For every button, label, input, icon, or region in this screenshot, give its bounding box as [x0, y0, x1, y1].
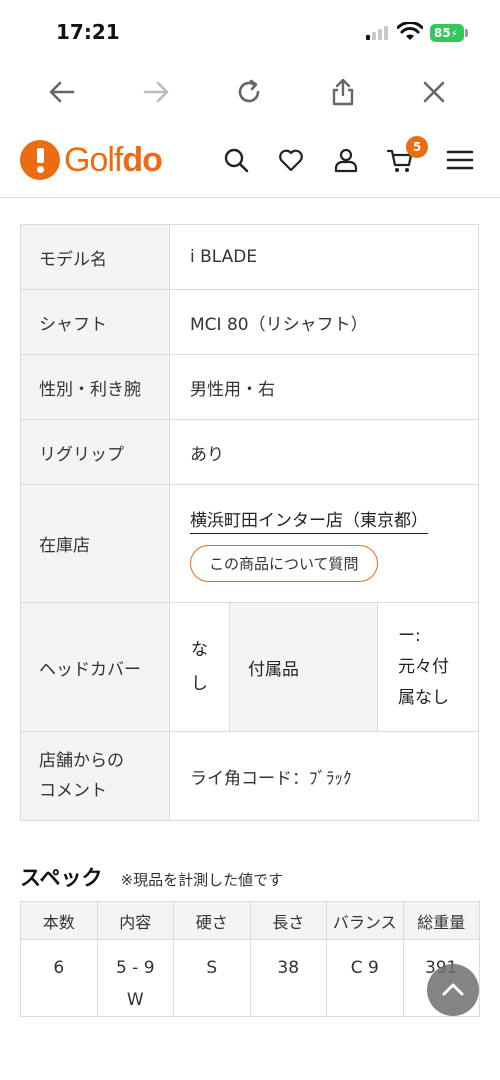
site-header: Golfdo — [0, 122, 500, 198]
store-comment-label: 店舗からの コメント — [20, 731, 170, 821]
battery-icon: 85⚡ — [430, 24, 464, 42]
reload-button[interactable] — [231, 74, 267, 110]
share-icon — [332, 78, 354, 106]
browser-toolbar — [0, 62, 500, 122]
table-row: シャフト MCI 80（リシャフト） — [20, 289, 479, 355]
spec-header-weight: 総重量 — [402, 901, 480, 940]
search-button[interactable] — [220, 144, 252, 176]
store-comment-value: ライ角コード：ﾌﾞﾗｯｸ — [169, 731, 479, 821]
spec-header-flex: 硬さ — [173, 901, 251, 940]
model-value: i BLADE — [169, 224, 479, 290]
regrip-label: リグリップ — [20, 419, 170, 485]
spec-flex: S — [173, 939, 251, 1017]
cart-count-badge: 5 — [406, 136, 428, 158]
store-link[interactable]: 横浜町田インター店（東京都） — [190, 510, 428, 534]
site-logo[interactable]: Golfdo — [20, 138, 163, 182]
regrip-value: あり — [169, 419, 479, 485]
scroll-to-top-button[interactable] — [427, 964, 479, 1016]
reload-icon — [238, 79, 260, 103]
spec-title: スペック — [20, 866, 103, 890]
table-row: 店舗からの コメント ライ角コード：ﾌﾞﾗｯｸ — [20, 731, 479, 821]
arrow-left-icon — [49, 81, 75, 103]
close-button[interactable] — [416, 74, 452, 110]
model-label: モデル名 — [20, 224, 170, 290]
forward-button[interactable] — [138, 74, 174, 110]
gender-hand-label: 性別・利き腕 — [20, 354, 170, 420]
table-row: 在庫店 横浜町田インター店（東京都） この商品について質問 — [20, 484, 479, 603]
gender-hand-value: 男性用・右 — [169, 354, 479, 420]
close-icon — [423, 81, 445, 103]
headcover-value: なし — [170, 603, 230, 731]
spec-header-contents: 内容 — [96, 901, 174, 940]
back-button[interactable] — [44, 74, 80, 110]
share-button[interactable] — [325, 74, 361, 110]
shaft-label: シャフト — [20, 289, 170, 355]
headcover-label: ヘッドカバー — [20, 602, 170, 732]
ask-about-product-button[interactable]: この商品について質問 — [190, 544, 378, 582]
wifi-icon — [397, 22, 423, 40]
menu-button[interactable] — [444, 144, 476, 176]
spec-note: ※現品を計測した値です — [120, 871, 284, 889]
spec-header-balance: バランス — [326, 901, 404, 940]
chevron-up-icon — [442, 983, 464, 996]
table-row: モデル名 i BLADE — [20, 224, 479, 290]
spec-header-row: 本数 内容 硬さ 長さ バランス 総重量 — [20, 901, 480, 940]
store-label: 在庫店 — [20, 484, 170, 603]
cellular-signal-icon — [366, 26, 390, 40]
spec-contents: 5 - 9W — [96, 939, 174, 1017]
table-row: 性別・利き腕 男性用・右 — [20, 354, 479, 420]
spec-header-count: 本数 — [20, 901, 98, 940]
spec-balance: C 9 — [326, 939, 404, 1017]
accessories-value: ー: 元々付 属なし — [398, 625, 449, 708]
arrow-right-icon — [143, 81, 169, 103]
logo-mark-icon — [20, 140, 60, 180]
hamburger-menu-icon — [446, 150, 474, 170]
spec-header-length: 長さ — [249, 901, 327, 940]
favorites-button[interactable] — [275, 144, 307, 176]
status-time: 17:21 — [56, 20, 120, 44]
search-icon — [224, 148, 249, 173]
user-icon — [334, 148, 358, 173]
spec-count: 6 — [20, 939, 98, 1017]
table-row: ヘッドカバー なし 付属品 ー: 元々付 属なし — [20, 602, 479, 732]
accessories-label: 付属品 — [230, 603, 378, 731]
spec-row: 6 5 - 9W S 38 C 9 391 — [20, 939, 480, 1017]
account-button[interactable] — [330, 144, 362, 176]
spec-heading: スペック ※現品を計測した値です — [20, 862, 283, 892]
battery-level: 85 — [434, 26, 451, 40]
spec-table: 本数 内容 硬さ 長さ バランス 総重量 6 5 - 9W S 38 C 9 3… — [20, 901, 480, 1017]
table-row: リグリップ あり — [20, 419, 479, 485]
spec-length: 38 — [249, 939, 327, 1017]
product-detail-table: モデル名 i BLADE シャフト MCI 80（リシャフト） 性別・利き腕 男… — [20, 224, 479, 821]
shaft-value: MCI 80（リシャフト） — [169, 289, 479, 355]
status-bar: 17:21 85⚡ — [0, 0, 500, 62]
heart-icon — [279, 149, 303, 172]
